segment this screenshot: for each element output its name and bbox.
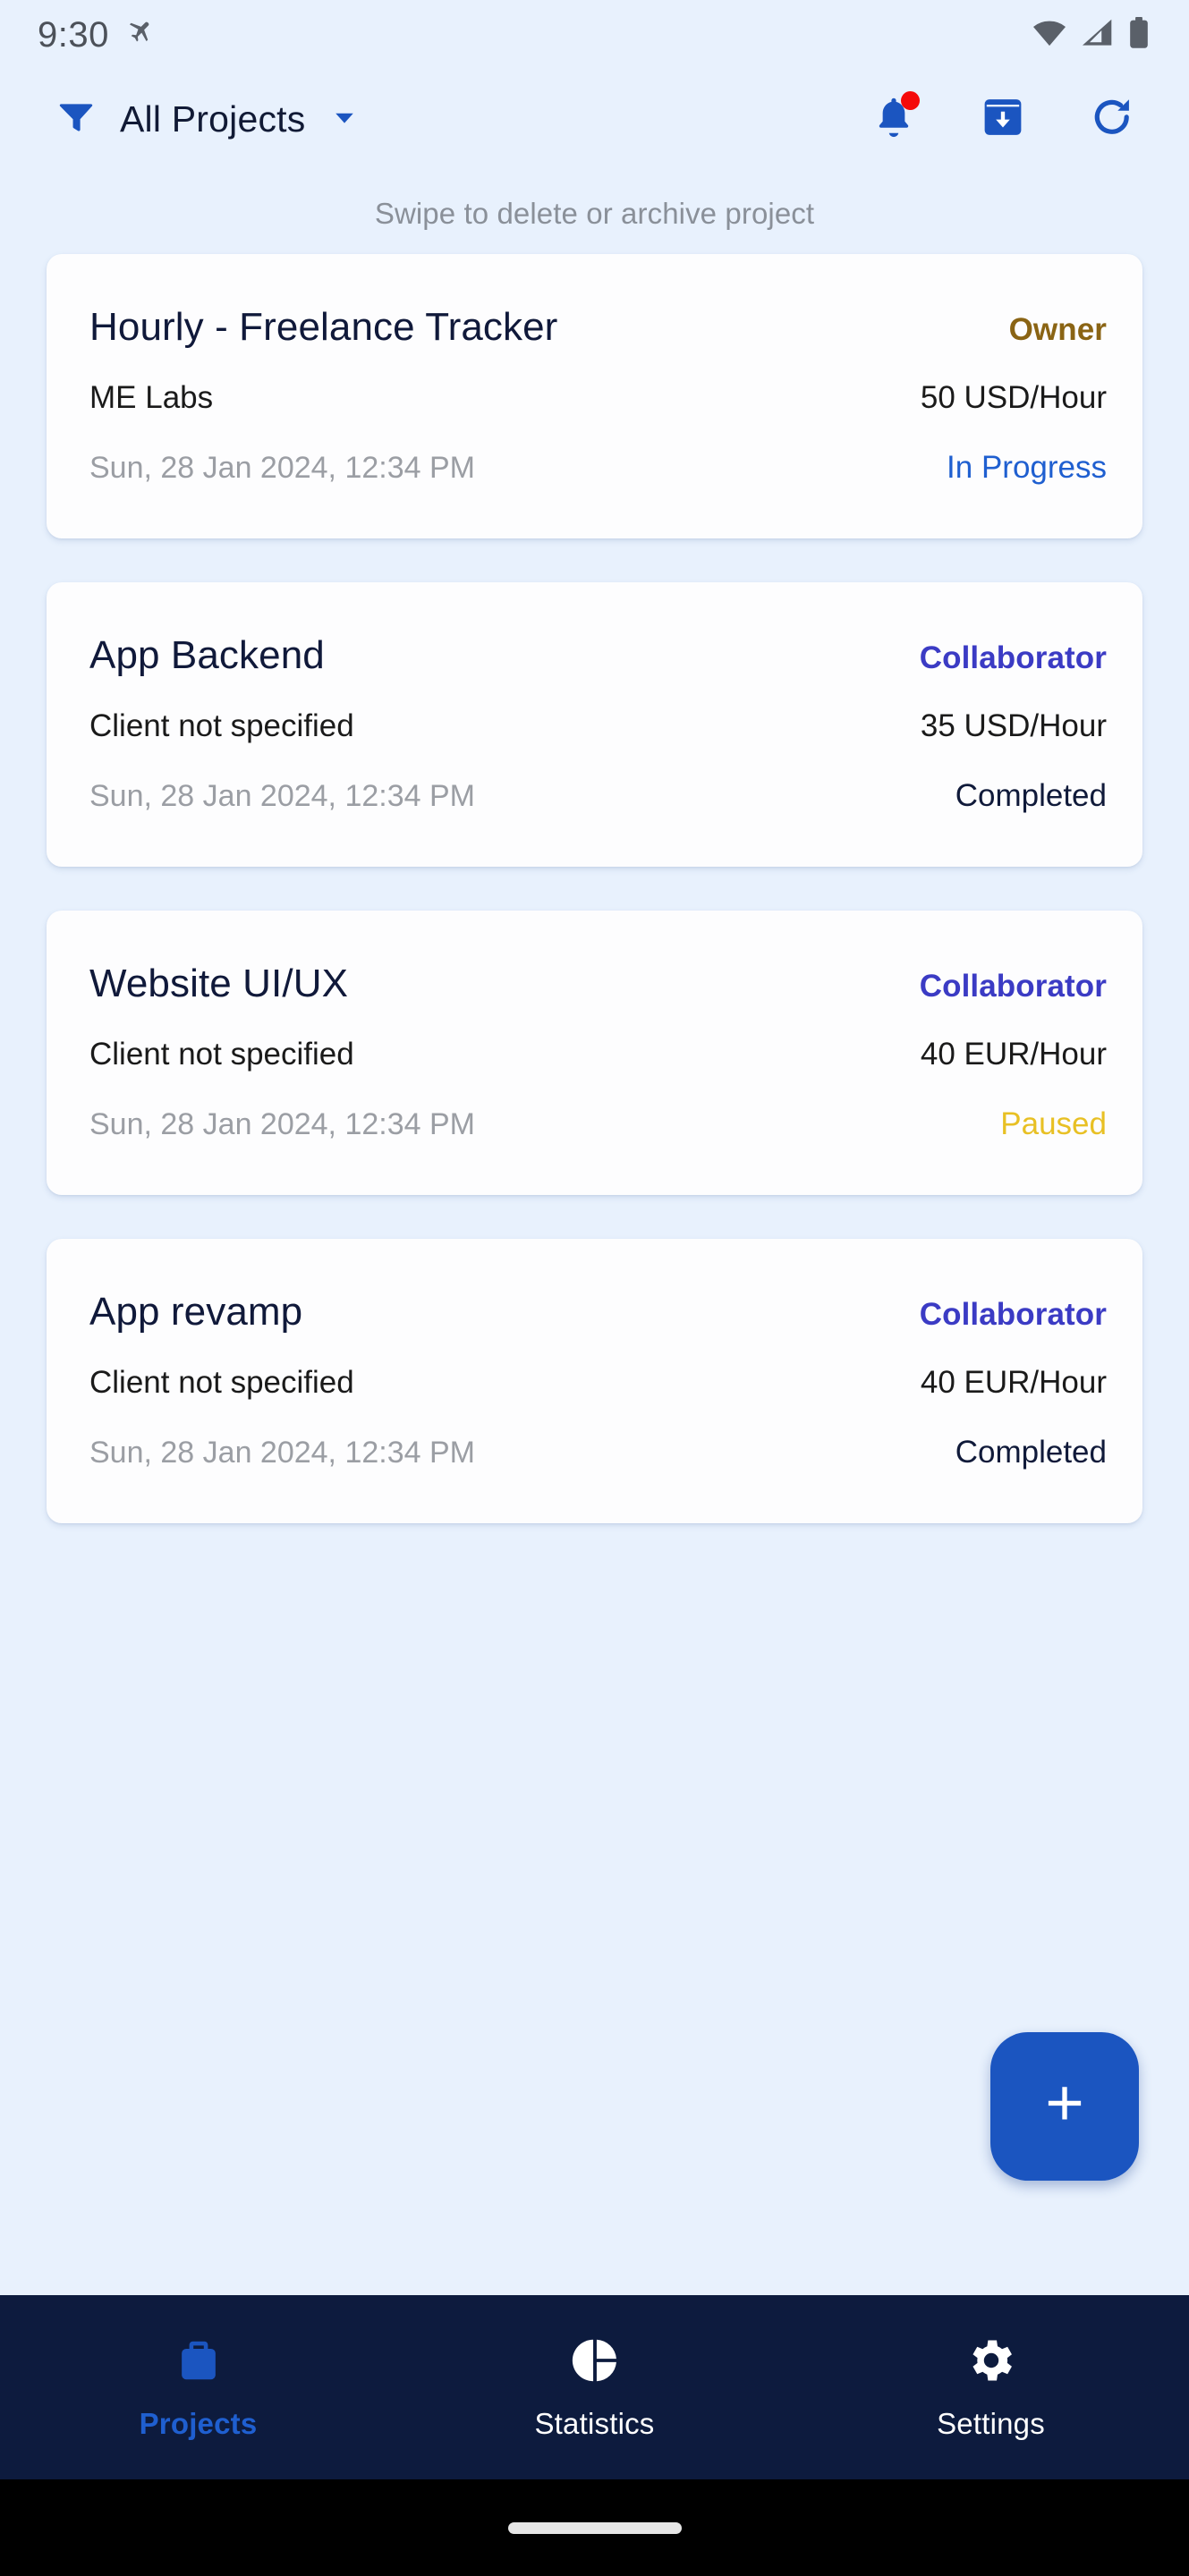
filter-funnel-icon (55, 97, 97, 142)
archive-download-icon (980, 94, 1026, 145)
nav-label-statistics: Statistics (534, 2406, 655, 2440)
project-card[interactable]: Website UI/UX Collaborator Client not sp… (47, 911, 1142, 1195)
add-project-fab[interactable] (990, 2032, 1139, 2181)
project-role: Collaborator (919, 1297, 1107, 1332)
project-client: Client not specified (89, 708, 354, 743)
project-card-row-status: Sun, 28 Jan 2024, 12:34 PM Completed (89, 778, 1107, 814)
project-date: Sun, 28 Jan 2024, 12:34 PM (89, 1107, 475, 1141)
project-date: Sun, 28 Jan 2024, 12:34 PM (89, 1436, 475, 1470)
project-title: App revamp (89, 1290, 303, 1334)
project-list: Hourly - Freelance Tracker Owner ME Labs… (0, 254, 1189, 1567)
pie-chart-icon (569, 2334, 621, 2391)
project-rate: 40 EUR/Hour (920, 1037, 1107, 1072)
project-rate: 40 EUR/Hour (920, 1365, 1107, 1400)
project-client: ME Labs (89, 380, 214, 415)
project-card-row-status: Sun, 28 Jan 2024, 12:34 PM In Progress (89, 450, 1107, 486)
project-title: Hourly - Freelance Tracker (89, 305, 558, 349)
project-card[interactable]: App Backend Collaborator Client not spec… (47, 582, 1142, 867)
project-date: Sun, 28 Jan 2024, 12:34 PM (89, 779, 475, 813)
project-card-row-client: Client not specified 35 USD/Hour (89, 708, 1107, 744)
chevron-down-icon (328, 101, 361, 138)
project-card-row-title: App revamp Collaborator (89, 1290, 1107, 1335)
project-card-row-title: Hourly - Freelance Tracker Owner (89, 305, 1107, 350)
project-card-row-client: Client not specified 40 EUR/Hour (89, 1037, 1107, 1072)
project-card-row-title: Website UI/UX Collaborator (89, 962, 1107, 1006)
nav-label-projects: Projects (139, 2406, 258, 2440)
project-status: In Progress (947, 450, 1107, 485)
system-gesture-area (0, 2479, 1189, 2576)
refresh-button[interactable] (1083, 90, 1141, 148)
project-date: Sun, 28 Jan 2024, 12:34 PM (89, 451, 475, 485)
refresh-icon (1088, 93, 1136, 146)
project-role: Owner (1008, 312, 1107, 347)
battery-icon (1128, 16, 1150, 54)
project-card[interactable]: App revamp Collaborator Client not speci… (47, 1239, 1142, 1523)
project-card-row-status: Sun, 28 Jan 2024, 12:34 PM Paused (89, 1106, 1107, 1142)
project-title: App Backend (89, 633, 325, 677)
project-client: Client not specified (89, 1037, 354, 1072)
nav-label-settings: Settings (937, 2406, 1045, 2440)
plus-icon (1036, 2076, 1093, 2138)
phone-screen: 9:30 All Projects Swipe to delete or arc… (0, 0, 1189, 2576)
project-card-row-client: ME Labs 50 USD/Hour (89, 380, 1107, 416)
notifications-button[interactable] (865, 90, 922, 148)
project-title: Website UI/UX (89, 962, 349, 1005)
status-bar: 9:30 (0, 0, 1189, 70)
nav-item-statistics[interactable]: Statistics (396, 2334, 793, 2441)
nav-item-settings[interactable]: Settings (793, 2334, 1189, 2441)
project-card-row-title: App Backend Collaborator (89, 633, 1107, 678)
bottom-navigation: Projects Statistics Settings (0, 2295, 1189, 2479)
status-bar-left: 9:30 (38, 15, 156, 55)
project-status: Completed (955, 1435, 1107, 1470)
project-status: Completed (955, 778, 1107, 813)
project-card-row-status: Sun, 28 Jan 2024, 12:34 PM Completed (89, 1435, 1107, 1470)
project-card-row-client: Client not specified 40 EUR/Hour (89, 1365, 1107, 1401)
project-status: Paused (1000, 1106, 1107, 1141)
wifi-icon (1032, 18, 1067, 53)
gear-icon (965, 2334, 1017, 2391)
project-rate: 35 USD/Hour (920, 708, 1107, 743)
project-role: Collaborator (919, 969, 1107, 1004)
app-bar: All Projects (0, 70, 1189, 168)
cellular-signal-icon (1081, 18, 1115, 53)
project-filter-dropdown[interactable]: All Projects (55, 97, 361, 142)
project-rate: 50 USD/Hour (920, 380, 1107, 415)
swipe-hint: Swipe to delete or archive project (374, 197, 815, 230)
home-gesture-bar[interactable] (507, 2521, 682, 2534)
app-bar-actions (865, 90, 1151, 148)
archive-button[interactable] (974, 90, 1032, 148)
project-card[interactable]: Hourly - Freelance Tracker Owner ME Labs… (47, 254, 1142, 538)
project-role: Collaborator (919, 640, 1107, 675)
notification-badge (901, 91, 920, 110)
filter-label: All Projects (120, 97, 306, 140)
project-client: Client not specified (89, 1365, 354, 1400)
status-bar-right (1032, 16, 1150, 54)
nav-item-projects[interactable]: Projects (0, 2334, 396, 2441)
status-bar-clock: 9:30 (38, 14, 109, 55)
airplane-mode-icon (125, 18, 156, 53)
briefcase-icon (173, 2334, 225, 2391)
